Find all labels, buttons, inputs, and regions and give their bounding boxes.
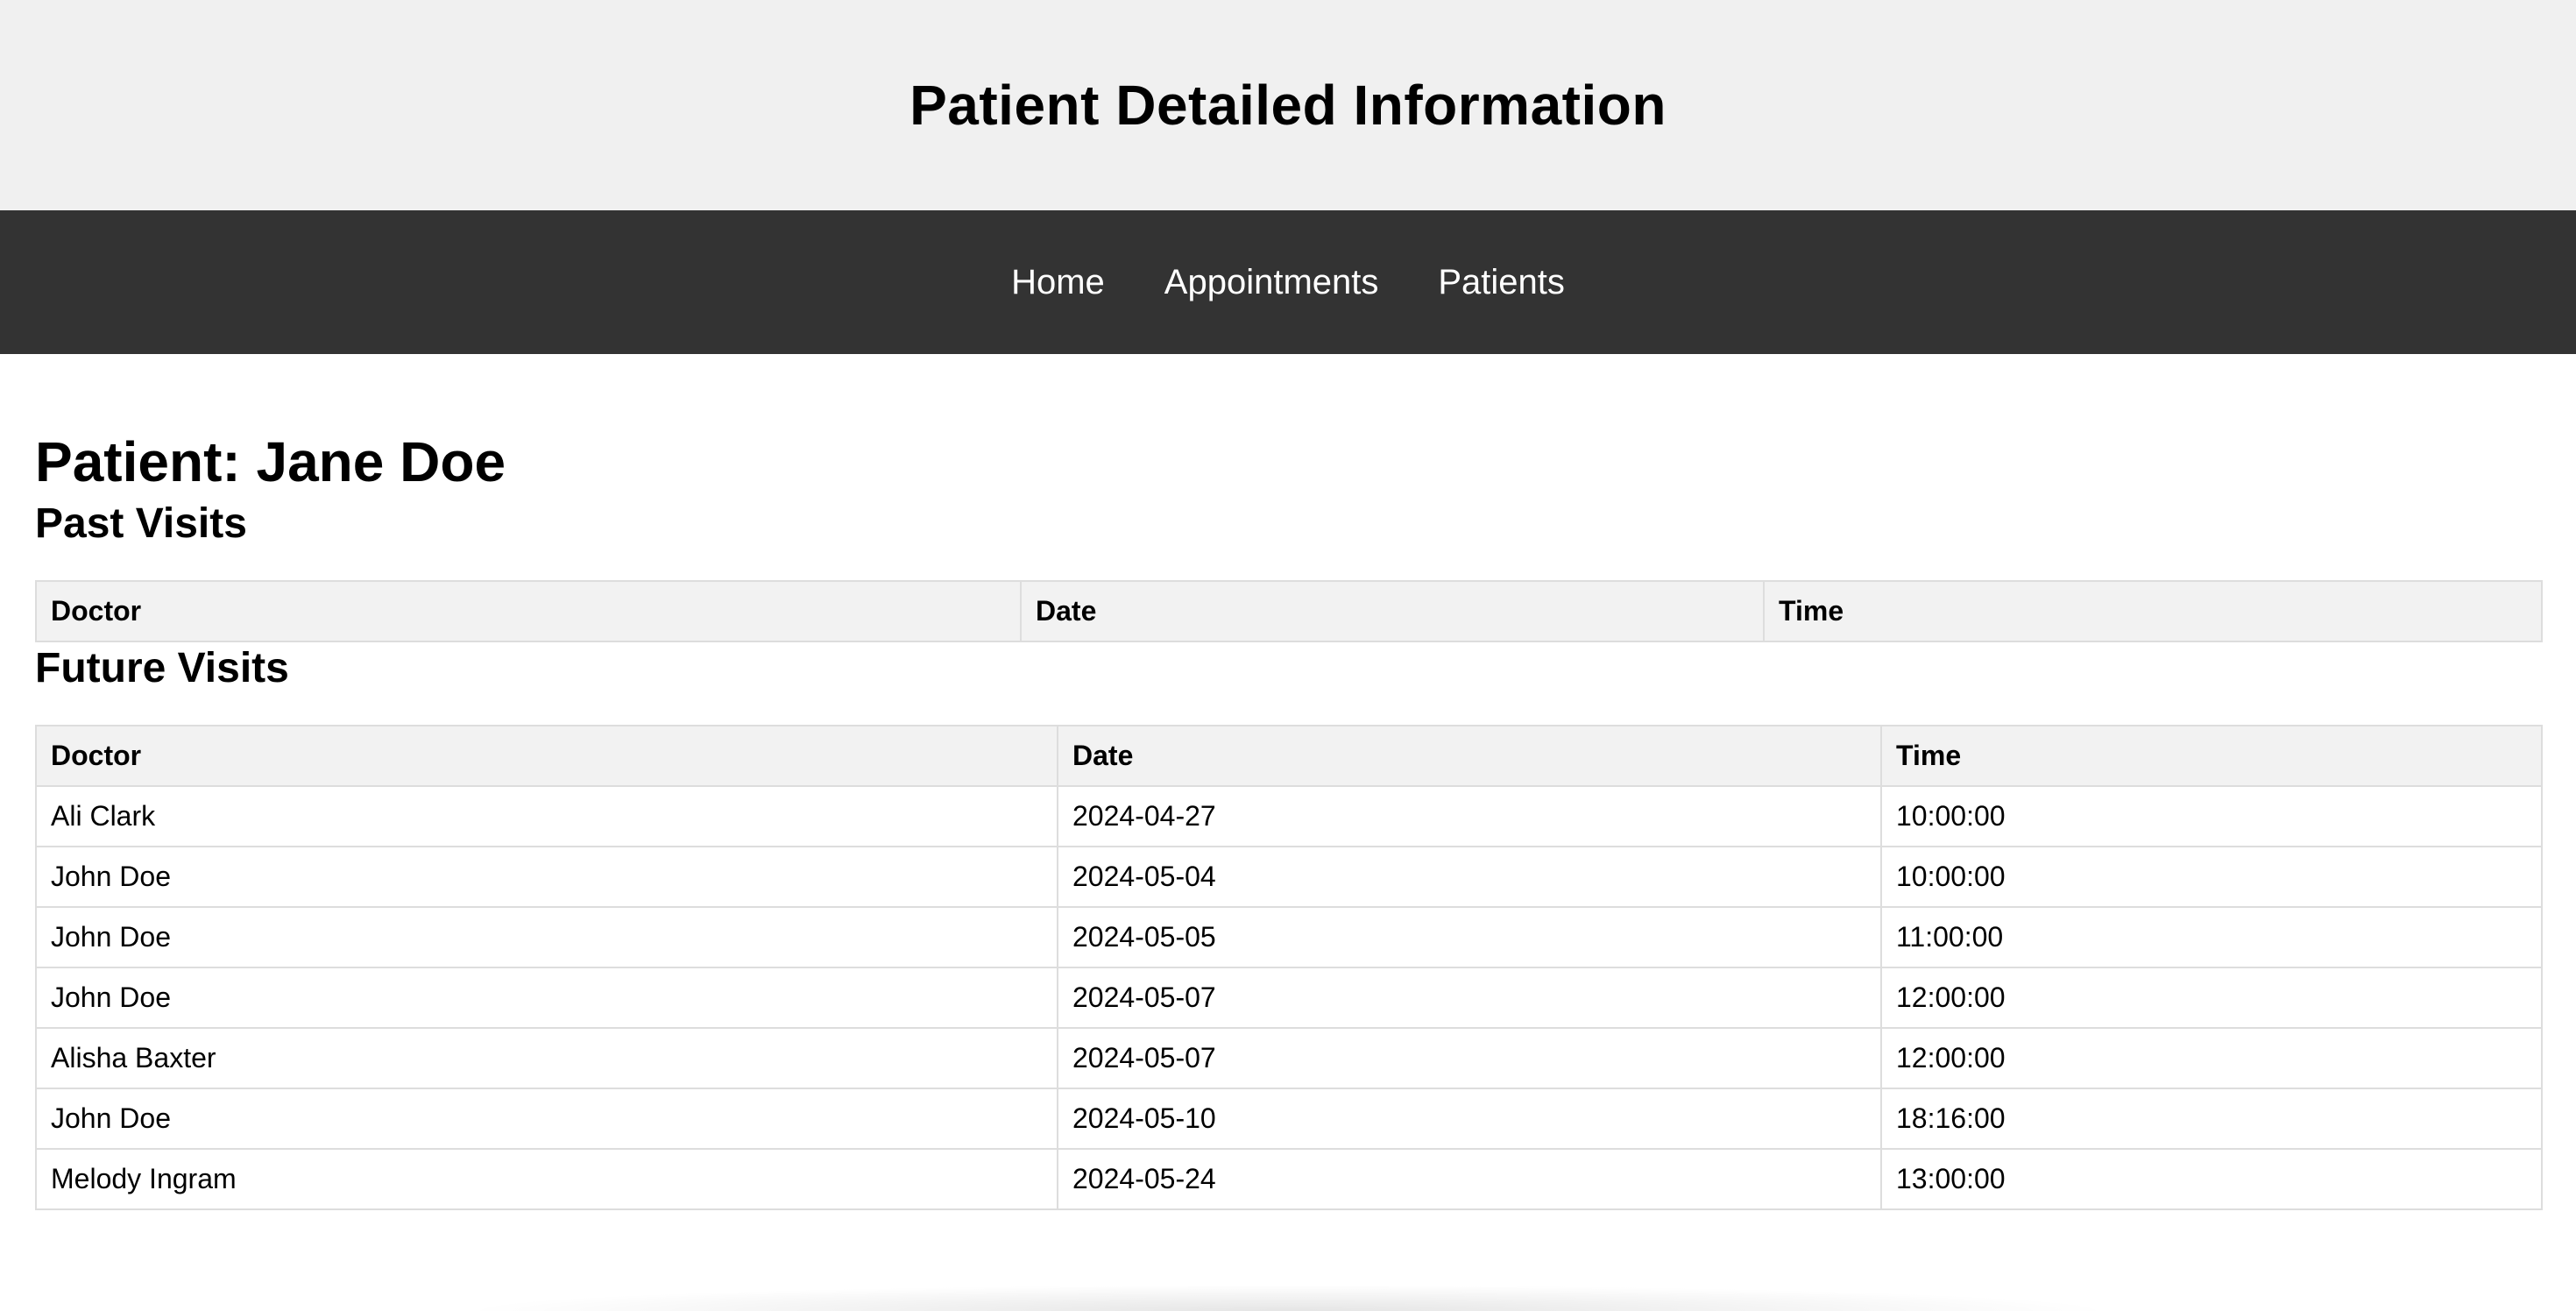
main-nav: Home Appointments Patients bbox=[0, 210, 2576, 354]
future-visits-table: Doctor Date Time Ali Clark 2024-04-27 10… bbox=[35, 725, 2543, 1210]
column-header-doctor: Doctor bbox=[35, 725, 1058, 787]
table-row: John Doe 2024-05-07 12:00:00 bbox=[35, 967, 2543, 1029]
cell-doctor: Alisha Baxter bbox=[35, 1027, 1058, 1089]
cell-doctor: John Doe bbox=[35, 846, 1058, 908]
window-bottom-shadow bbox=[456, 1285, 2120, 1311]
page: Patient Detailed Information Home Appoin… bbox=[0, 0, 2576, 1311]
nav-link-appointments[interactable]: Appointments bbox=[1164, 263, 1379, 302]
column-header-doctor: Doctor bbox=[35, 580, 1022, 642]
nav-link-patients[interactable]: Patients bbox=[1438, 263, 1565, 302]
column-header-date: Date bbox=[1057, 725, 1882, 787]
main-content: Patient: Jane Doe Past Visits Doctor Dat… bbox=[0, 354, 2576, 1210]
cell-time: 12:00:00 bbox=[1880, 1027, 2543, 1089]
site-header: Patient Detailed Information bbox=[0, 0, 2576, 210]
column-header-date: Date bbox=[1020, 580, 1765, 642]
cell-date: 2024-05-10 bbox=[1057, 1088, 1882, 1150]
cell-time: 12:00:00 bbox=[1880, 967, 2543, 1029]
table-row: John Doe 2024-05-10 18:16:00 bbox=[35, 1088, 2543, 1150]
table-row: John Doe 2024-05-05 11:00:00 bbox=[35, 906, 2543, 968]
cell-time: 10:00:00 bbox=[1880, 785, 2543, 847]
cell-time: 18:16:00 bbox=[1880, 1088, 2543, 1150]
cell-time: 13:00:00 bbox=[1880, 1148, 2543, 1210]
cell-date: 2024-04-27 bbox=[1057, 785, 1882, 847]
column-header-time: Time bbox=[1763, 580, 2543, 642]
past-visits-table: Doctor Date Time bbox=[35, 580, 2543, 642]
table-header-row: Doctor Date Time bbox=[35, 580, 2543, 642]
table-row: Alisha Baxter 2024-05-07 12:00:00 bbox=[35, 1027, 2543, 1089]
cell-doctor: Ali Clark bbox=[35, 785, 1058, 847]
cell-doctor: John Doe bbox=[35, 1088, 1058, 1150]
table-header-row: Doctor Date Time bbox=[35, 725, 2543, 787]
cell-date: 2024-05-05 bbox=[1057, 906, 1882, 968]
cell-doctor: John Doe bbox=[35, 906, 1058, 968]
page-title: Patient Detailed Information bbox=[909, 74, 1667, 137]
past-visits-title: Past Visits bbox=[35, 500, 247, 547]
table-row: John Doe 2024-05-04 10:00:00 bbox=[35, 846, 2543, 908]
cell-time: 10:00:00 bbox=[1880, 846, 2543, 908]
table-row: Ali Clark 2024-04-27 10:00:00 bbox=[35, 785, 2543, 847]
column-header-time: Time bbox=[1880, 725, 2543, 787]
cell-date: 2024-05-04 bbox=[1057, 846, 1882, 908]
cell-date: 2024-05-24 bbox=[1057, 1148, 1882, 1210]
nav-link-home[interactable]: Home bbox=[1011, 263, 1105, 302]
cell-doctor: John Doe bbox=[35, 967, 1058, 1029]
cell-date: 2024-05-07 bbox=[1057, 1027, 1882, 1089]
table-row: Melody Ingram 2024-05-24 13:00:00 bbox=[35, 1148, 2543, 1210]
cell-time: 11:00:00 bbox=[1880, 906, 2543, 968]
patient-heading: Patient: Jane Doe bbox=[35, 430, 506, 493]
future-visits-title: Future Visits bbox=[35, 645, 289, 691]
cell-doctor: Melody Ingram bbox=[35, 1148, 1058, 1210]
cell-date: 2024-05-07 bbox=[1057, 967, 1882, 1029]
